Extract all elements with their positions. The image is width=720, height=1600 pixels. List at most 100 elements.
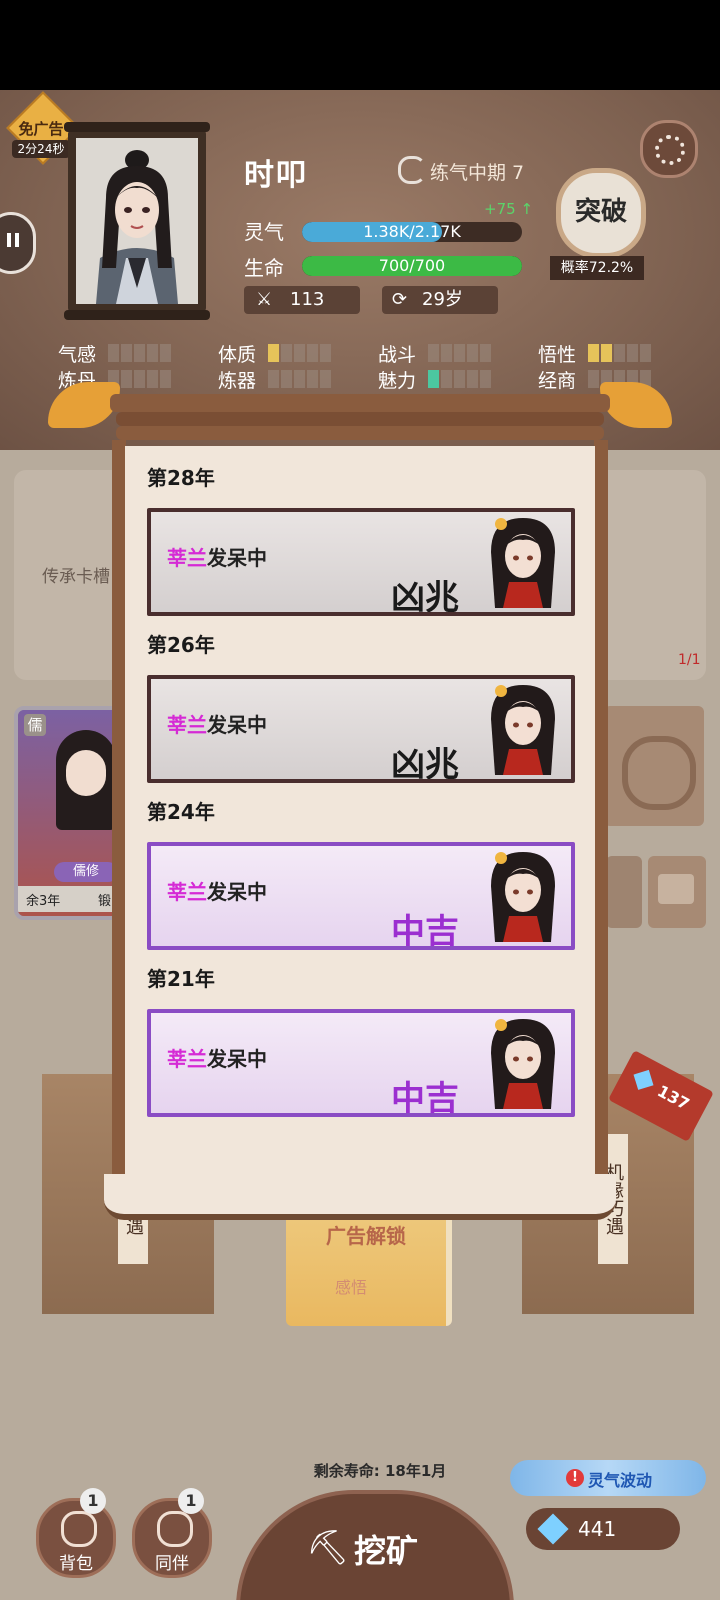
attr-label: 体质 [218, 344, 257, 366]
qi-label: 灵气 [244, 220, 284, 244]
realm-level: 练气中期 7 [430, 162, 525, 184]
chat-icon [7, 233, 11, 247]
attr-level-pips [108, 344, 171, 362]
log-entry-text: 莘兰发呆中 [167, 709, 267, 738]
companion-portrait [481, 1013, 565, 1109]
gem-count: 441 [578, 1517, 617, 1541]
side-tab-button[interactable] [606, 856, 642, 928]
log-entry-card[interactable]: 莘兰发呆中凶兆 [147, 508, 575, 616]
hourglass-icon: ⟳ [392, 289, 408, 310]
gear-icon [655, 135, 685, 165]
companion-portrait [481, 512, 565, 608]
companion-portrait [481, 679, 565, 775]
shrine-button[interactable] [604, 706, 704, 826]
event-log-scroll[interactable]: 第28年 莘兰发呆中 凶兆 第26年 莘兰发呆中 凶兆 第24年 莘兰发呆中 中吉 第21年 莘兰发… [125, 446, 595, 1184]
qi-bar-text: 1.38K/2.17K [363, 222, 461, 241]
attr-pip [601, 344, 612, 362]
power-stat: ⚔ 113 [244, 286, 360, 314]
attr-pip [480, 370, 491, 388]
spirit-wave-banner[interactable]: ! 灵气波动 [510, 1460, 706, 1496]
breakthrough-button[interactable]: 突破 [556, 168, 646, 258]
partner-badge: 1 [178, 1488, 204, 1514]
ad-free-timer: 2分24秒 [12, 140, 70, 158]
companion-card[interactable]: 儒 儒修 余3年 锻 [14, 706, 128, 920]
player-name: 时叩 [244, 158, 308, 193]
coin-icon [622, 736, 696, 810]
attr-pip [147, 370, 158, 388]
gem-icon [633, 1069, 654, 1090]
life-bar-text: 700/700 [378, 256, 446, 275]
attr-pip [294, 370, 305, 388]
attr-pip [428, 344, 439, 362]
attr-pip [134, 344, 145, 362]
power-value: 113 [290, 289, 325, 310]
person-icon [157, 1511, 193, 1547]
companion-sect: 儒 [24, 714, 46, 736]
attr-level-pips [588, 344, 651, 362]
bag-badge: 1 [80, 1488, 106, 1514]
log-entry-card[interactable]: 莘兰发呆中中吉 [147, 1009, 575, 1117]
player-avatar [76, 138, 198, 304]
settings-button[interactable] [640, 120, 698, 178]
attr-pip [320, 370, 331, 388]
log-entry-card[interactable]: 莘兰发呆中 凶兆 [147, 675, 575, 783]
attr-pip [467, 344, 478, 362]
attr-pip [160, 370, 171, 388]
player-portrait-frame[interactable] [64, 122, 210, 320]
attr-label: 战斗 [378, 344, 417, 366]
attr-pip [160, 344, 171, 362]
attr-pip [454, 370, 465, 388]
log-entry-action: 发呆中 [207, 713, 267, 737]
qi-gain-value: +75 [484, 200, 516, 218]
attr-pip [307, 370, 318, 388]
scroll-icon [658, 874, 694, 904]
log-entry-text: 莘兰发呆中 [167, 876, 267, 905]
log-entry-text: 莘兰发呆中 [167, 1043, 267, 1072]
log-year: 第26年 [147, 633, 215, 657]
diamond-icon [537, 1513, 569, 1545]
ad-free-badge[interactable]: 免广告 2分24秒 [6, 91, 80, 165]
attr-pip [147, 344, 158, 362]
life-label: 生命 [244, 256, 284, 280]
age-value: 29岁 [422, 289, 463, 310]
companion-portrait [481, 846, 565, 942]
log-verdict-stamp: 中吉 [391, 1079, 459, 1117]
center-pack-sub: 感悟 [334, 1278, 367, 1297]
attr-pip [627, 344, 638, 362]
bag-button[interactable]: 背包 [36, 1498, 116, 1578]
companion-face [66, 750, 106, 796]
chat-side-button[interactable] [0, 212, 36, 274]
log-entry-action: 发呆中 [207, 546, 267, 570]
attr-pip [294, 344, 305, 362]
mine-button[interactable]: ⛏ 挖矿 [236, 1490, 514, 1600]
swords-icon: ⚔ [256, 289, 273, 310]
qi-bar: 1.38K/2.17K [302, 222, 522, 242]
center-pack-title: 广告解锁 [326, 1224, 406, 1248]
scroll-button[interactable] [648, 856, 706, 928]
spirit-wave-label: 灵气波动 [588, 1471, 653, 1490]
log-entry-card[interactable]: 莘兰发呆中中吉 [147, 842, 575, 950]
log-entry-text: 莘兰发呆中 [167, 542, 267, 571]
companion-remaining: 余3年 [26, 894, 61, 909]
log-verdict-stamp: 中吉 [391, 912, 459, 950]
scroll-side-right [594, 440, 608, 1180]
scroll-top-rod-3 [116, 426, 604, 440]
qi-gain: +75 ↑ [484, 200, 533, 218]
attr-pip [268, 344, 279, 362]
attr-pip [454, 344, 465, 362]
bag-label: 背包 [59, 1554, 93, 1574]
log-entry-action: 发呆中 [207, 880, 267, 904]
gem-counter[interactable]: 441 [526, 1508, 680, 1550]
log-verdict-stamp: 凶兆 [391, 578, 459, 616]
gem-ribbon-count: 137 [654, 1081, 693, 1114]
arrow-up-icon: ↑ [520, 200, 534, 218]
attr-level-pips [268, 370, 331, 388]
attr-pip [480, 344, 491, 362]
portrait-rod-bottom [64, 310, 210, 320]
attr-pip [121, 344, 132, 362]
inherit-slot-label: 传承卡槽 [42, 567, 110, 587]
breakthrough-rate: 概率72.2% [550, 256, 644, 280]
log-year: 第21年 [147, 967, 215, 991]
attr-pip [640, 344, 651, 362]
alert-icon: ! [566, 1469, 584, 1487]
